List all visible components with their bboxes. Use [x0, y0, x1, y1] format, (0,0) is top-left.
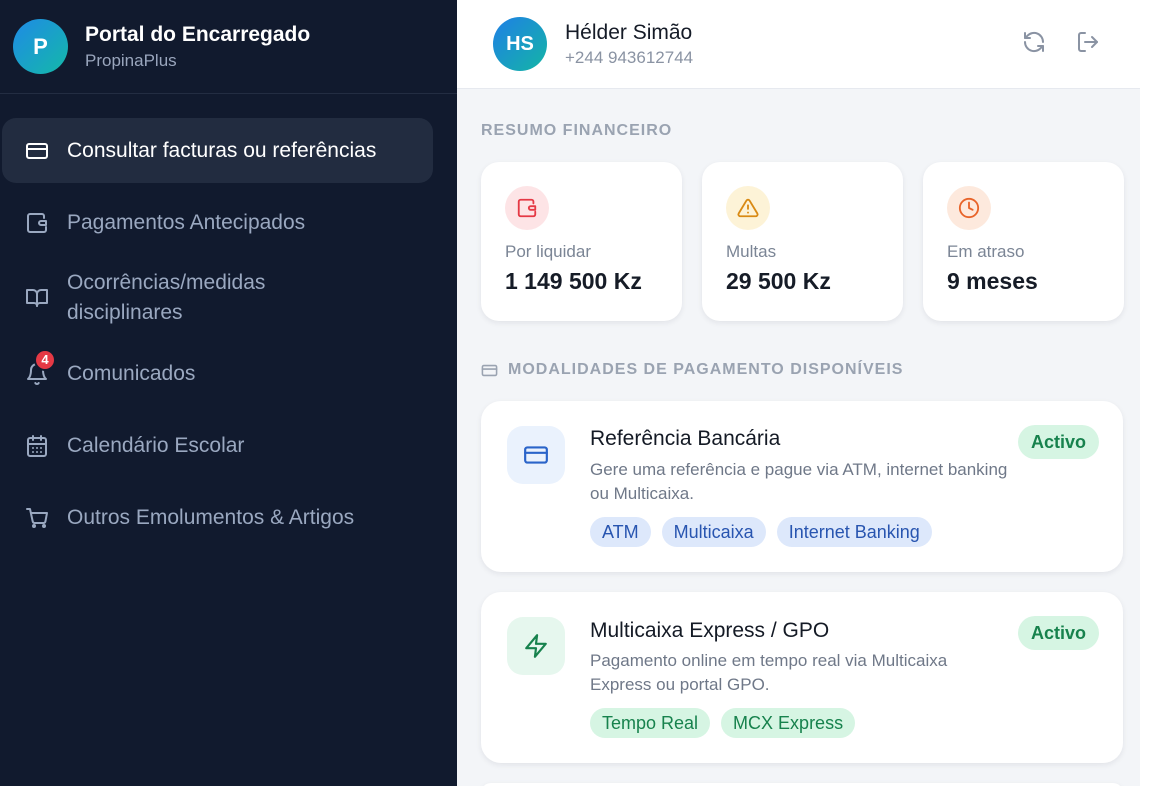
payment-card-description: Pagamento online em tempo real via Multi… — [590, 651, 948, 694]
shopping-cart-icon — [24, 505, 50, 531]
wallet-icon — [505, 186, 549, 230]
user-phone: +244 943612744 — [565, 47, 694, 67]
credit-card-icon — [24, 138, 50, 164]
payment-card-title: Referência Bancária — [590, 427, 781, 450]
warning-icon — [726, 186, 770, 230]
avatar: HS — [493, 17, 547, 71]
stat-value: 29 500 Kz — [726, 268, 831, 294]
logout-button[interactable] — [1074, 30, 1102, 58]
stat-label: Em atraso — [947, 242, 1025, 261]
sidebar-item-consultar-facturas[interactable]: Consultar facturas ou referências — [2, 118, 433, 183]
lightning-icon — [507, 617, 565, 675]
bell-icon: 4 — [24, 348, 56, 387]
credit-card-icon — [481, 362, 498, 379]
payment-card-referencia-bancaria[interactable]: Referência Bancária Gere uma referência … — [481, 401, 1123, 572]
stat-label: Por liquidar — [505, 242, 591, 261]
scrollbar[interactable] — [1140, 0, 1152, 786]
payment-card-description: Gere uma referência e pague via ATM, int… — [590, 460, 1008, 503]
refresh-icon — [1022, 30, 1046, 59]
brand: P Portal do Encarregado PropinaPlus — [0, 0, 457, 94]
sidebar-item-label: Ocorrências/medidas disciplinares — [67, 271, 266, 324]
credit-card-icon — [507, 426, 565, 484]
sidebar-item-label: Pagamentos Antecipados — [67, 210, 306, 234]
refresh-button[interactable] — [1020, 30, 1048, 58]
summary-title: RESUMO FINANCEIRO — [481, 122, 673, 139]
book-open-icon — [24, 285, 50, 311]
payment-card-multicaixa-express[interactable]: Multicaixa Express / GPO Pagamento onlin… — [481, 592, 1123, 763]
tag-list: ATM Multicaixa Internet Banking — [590, 517, 932, 547]
stat-label: Multas — [726, 242, 777, 261]
tag: Multicaixa — [661, 517, 766, 547]
payment-methods-title: MODALIDADES DE PAGAMENTO DISPONÍVEIS — [481, 361, 903, 379]
sidebar-item-label: Comunicados — [67, 361, 196, 385]
sidebar-item-outros-emolumentos[interactable]: Outros Emolumentos & Artigos — [2, 485, 433, 550]
tag: Tempo Real — [590, 708, 711, 738]
main-content: HS Hélder Simão +244 943612744 RESUMO FI… — [457, 0, 1140, 786]
brand-subtitle: PropinaPlus — [85, 51, 177, 70]
sidebar-item-label: Calendário Escolar — [67, 433, 245, 457]
header: HS Hélder Simão +244 943612744 — [457, 0, 1140, 89]
tag: MCX Express — [721, 708, 856, 738]
sidebar-item-ocorrencias[interactable]: Ocorrências/medidas disciplinares — [2, 262, 433, 334]
wallet-icon — [24, 210, 50, 236]
sidebar-item-pagamentos-antecipados[interactable]: Pagamentos Antecipados — [2, 190, 433, 255]
stat-card-em-atraso: Em atraso 9 meses — [923, 162, 1124, 321]
payment-card-title: Multicaixa Express / GPO — [590, 619, 830, 642]
sidebar-item-label: Consultar facturas ou referências — [67, 138, 377, 162]
tag: Internet Banking — [776, 517, 932, 547]
sidebar-item-calendario[interactable]: Calendário Escolar — [2, 413, 433, 478]
logout-icon — [1076, 30, 1100, 59]
status-badge: Activo — [1017, 616, 1099, 650]
stat-value: 9 meses — [947, 268, 1038, 294]
stat-card-multas: Multas 29 500 Kz — [702, 162, 903, 321]
notification-badge: 4 — [34, 348, 56, 371]
user-name: Hélder Simão — [565, 20, 693, 44]
stat-value: 1 149 500 Kz — [505, 268, 642, 294]
calendar-icon — [24, 433, 50, 459]
tag-list: Tempo Real MCX Express — [590, 708, 856, 738]
sidebar-item-comunicados[interactable]: 4 Comunicados — [2, 341, 433, 406]
brand-logo: P — [13, 19, 68, 74]
stat-card-por-liquidar: Por liquidar 1 149 500 Kz — [481, 162, 682, 321]
sidebar-item-label: Outros Emolumentos & Artigos — [67, 505, 355, 529]
sidebar-nav: Consultar facturas ou referências Pagame… — [0, 94, 457, 550]
status-badge: Activo — [1017, 425, 1099, 459]
clock-icon — [947, 186, 991, 230]
sidebar: P Portal do Encarregado PropinaPlus Cons… — [0, 0, 457, 786]
tag: ATM — [590, 517, 651, 547]
brand-title: Portal do Encarregado — [85, 23, 311, 46]
